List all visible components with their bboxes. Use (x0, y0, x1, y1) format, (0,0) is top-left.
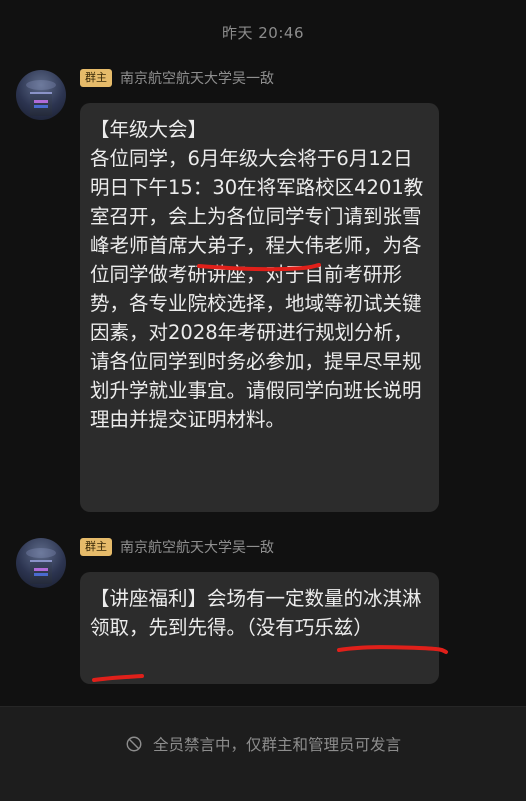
message-bubble[interactable]: 【年级大会】 各位同学，6月年级大会将于6月12日明日下午15：30在将军路校区… (80, 103, 439, 512)
message-timestamp: 昨天 20:46 (222, 24, 304, 42)
message-bubble[interactable]: 【讲座福利】会场有一定数量的冰淇淋领取，先到先得。（没有巧乐兹） (80, 572, 439, 684)
owner-badge: 群主 (80, 69, 112, 87)
mute-text: 全员禁言中，仅群主和管理员可发言 (152, 736, 401, 754)
sender-name[interactable]: 南京航空航天大学吴一敌 (120, 68, 274, 88)
mute-icon (126, 736, 142, 752)
input-bar: 全员禁言中，仅群主和管理员可发言 (0, 706, 526, 801)
sender-row: 群主 南京航空航天大学吴一敌 (80, 68, 274, 88)
avatar[interactable] (16, 538, 66, 588)
owner-badge: 群主 (80, 538, 112, 556)
mute-notice: 全员禁言中，仅群主和管理员可发言 (0, 733, 526, 755)
sender-name[interactable]: 南京航空航天大学吴一敌 (120, 537, 274, 557)
avatar[interactable] (16, 70, 66, 120)
sender-row: 群主 南京航空航天大学吴一敌 (80, 537, 274, 557)
